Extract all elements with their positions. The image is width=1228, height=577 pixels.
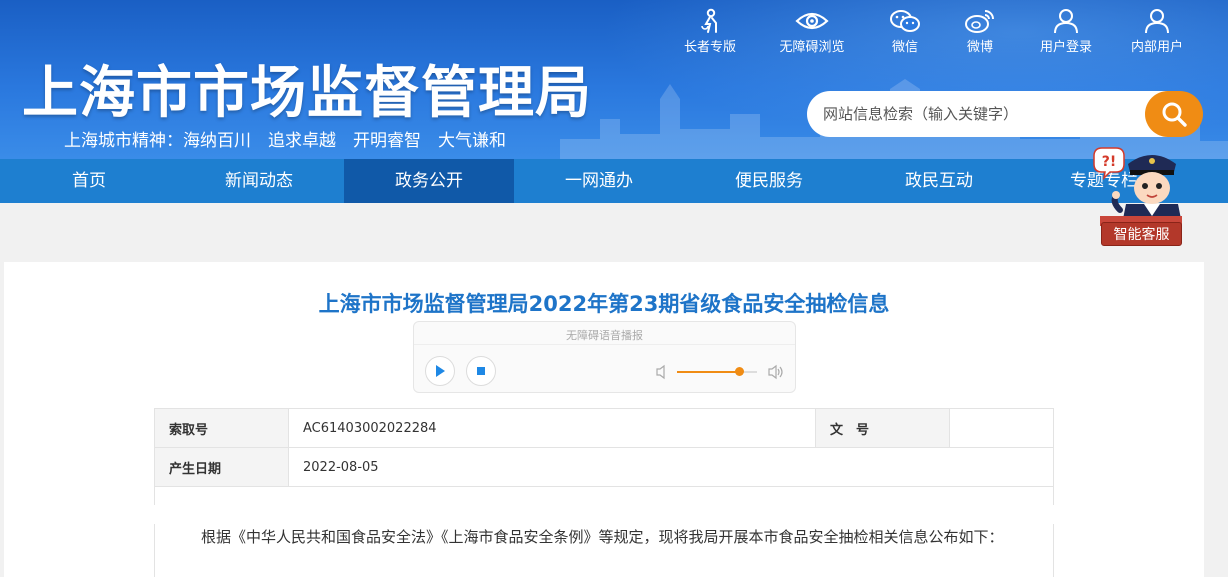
article-paragraph: 根据《中华人民共和国食品安全法》《上海市食品安全条例》等规定，现将我局开展本市食…: [201, 528, 1004, 546]
main-nav: 首页 新闻动态 政务公开 一网通办 便民服务 政民互动 专题专栏: [0, 159, 1228, 203]
volume-low-icon[interactable]: [655, 364, 669, 380]
stop-icon: [477, 367, 485, 375]
search-icon: [1162, 102, 1187, 127]
volume-high-icon[interactable]: [767, 364, 785, 380]
volume-slider[interactable]: [677, 367, 757, 376]
article-meta-table: 索取号 AC61403002022284 文 号 产生日期 2022-08-05: [154, 408, 1054, 505]
index-number-value: AC61403002022284: [288, 408, 816, 448]
wechat-icon: [890, 10, 920, 32]
nav-item-government-affairs[interactable]: 政务公开: [344, 159, 514, 203]
search-input[interactable]: [807, 91, 1177, 137]
audio-player: 无障碍语音播报: [413, 321, 796, 393]
nav-item-home[interactable]: 首页: [4, 159, 174, 203]
index-number-label: 索取号: [154, 408, 289, 448]
elderly-icon: [701, 8, 717, 33]
tool-label: 用户登录: [1039, 40, 1092, 55]
nav-item-public-service[interactable]: 便民服务: [684, 159, 854, 203]
table-row: 索取号 AC61403002022284 文 号: [154, 408, 1054, 448]
document-number-label: 文 号: [815, 408, 950, 448]
tool-elderly-edition[interactable]: 长者专版: [665, 8, 755, 55]
tool-label: 微信: [891, 40, 918, 55]
player-label: 无障碍语音播报: [566, 329, 643, 342]
volume-knob[interactable]: [735, 367, 745, 376]
site-search: [807, 91, 1203, 137]
table-row: 产生日期 2022-08-05: [154, 447, 1054, 487]
stop-button[interactable]: [466, 356, 496, 386]
play-button[interactable]: [425, 356, 455, 386]
search-button[interactable]: [1145, 91, 1203, 137]
site-header: 上海市市场监督管理局 上海城市精神：海纳百川 追求卓越 开明睿智 大气谦和 长者…: [0, 0, 1228, 159]
tool-weibo[interactable]: 微博: [935, 8, 1025, 55]
weibo-icon: [965, 10, 994, 33]
article-container: 上海市市场监督管理局2022年第23期省级食品安全抽检信息 无障碍语音播报 索取…: [4, 262, 1204, 577]
document-number-value: [949, 408, 1054, 448]
date-value: 2022-08-05: [288, 447, 1054, 487]
header-toolbar: 长者专版 无障碍浏览 微信 微博 用户登录 内部用户: [0, 8, 1228, 58]
date-label: 产生日期: [154, 447, 289, 487]
user-icon: [1054, 9, 1078, 34]
table-spacer: [154, 486, 1054, 505]
assistant-button[interactable]: 智能客服: [1101, 222, 1182, 246]
play-icon: [436, 365, 445, 377]
article-title: 上海市市场监督管理局2022年第23期省级食品安全抽检信息: [318, 292, 890, 316]
table-row: [154, 486, 1054, 505]
article-body: 根据《中华人民共和国食品安全法》《上海市食品安全条例》等规定，现将我局开展本市食…: [154, 524, 1054, 577]
nav-item-interaction[interactable]: 政民互动: [854, 159, 1024, 203]
tool-user-login[interactable]: 用户登录: [1021, 8, 1111, 55]
site-title[interactable]: 上海市市场监督管理局: [22, 48, 592, 129]
volume-fill: [677, 371, 740, 373]
tool-accessible-browse[interactable]: 无障碍浏览: [767, 8, 857, 55]
player-divider: [414, 344, 795, 345]
nav-item-news[interactable]: 新闻动态: [174, 159, 344, 203]
internal-user-icon: [1145, 9, 1169, 34]
tool-label: 微博: [966, 40, 993, 55]
eye-icon: [795, 12, 829, 30]
tool-internal-user[interactable]: 内部用户: [1112, 8, 1202, 55]
nav-item-one-stop-service[interactable]: 一网通办: [514, 159, 684, 203]
svg-text:?!: ?!: [1102, 154, 1117, 170]
tool-label: 无障碍浏览: [779, 40, 845, 55]
city-slogan: 上海城市精神：海纳百川 追求卓越 开明睿智 大气谦和: [64, 131, 506, 151]
tool-label: 长者专版: [683, 40, 736, 55]
tool-label: 内部用户: [1130, 40, 1183, 55]
